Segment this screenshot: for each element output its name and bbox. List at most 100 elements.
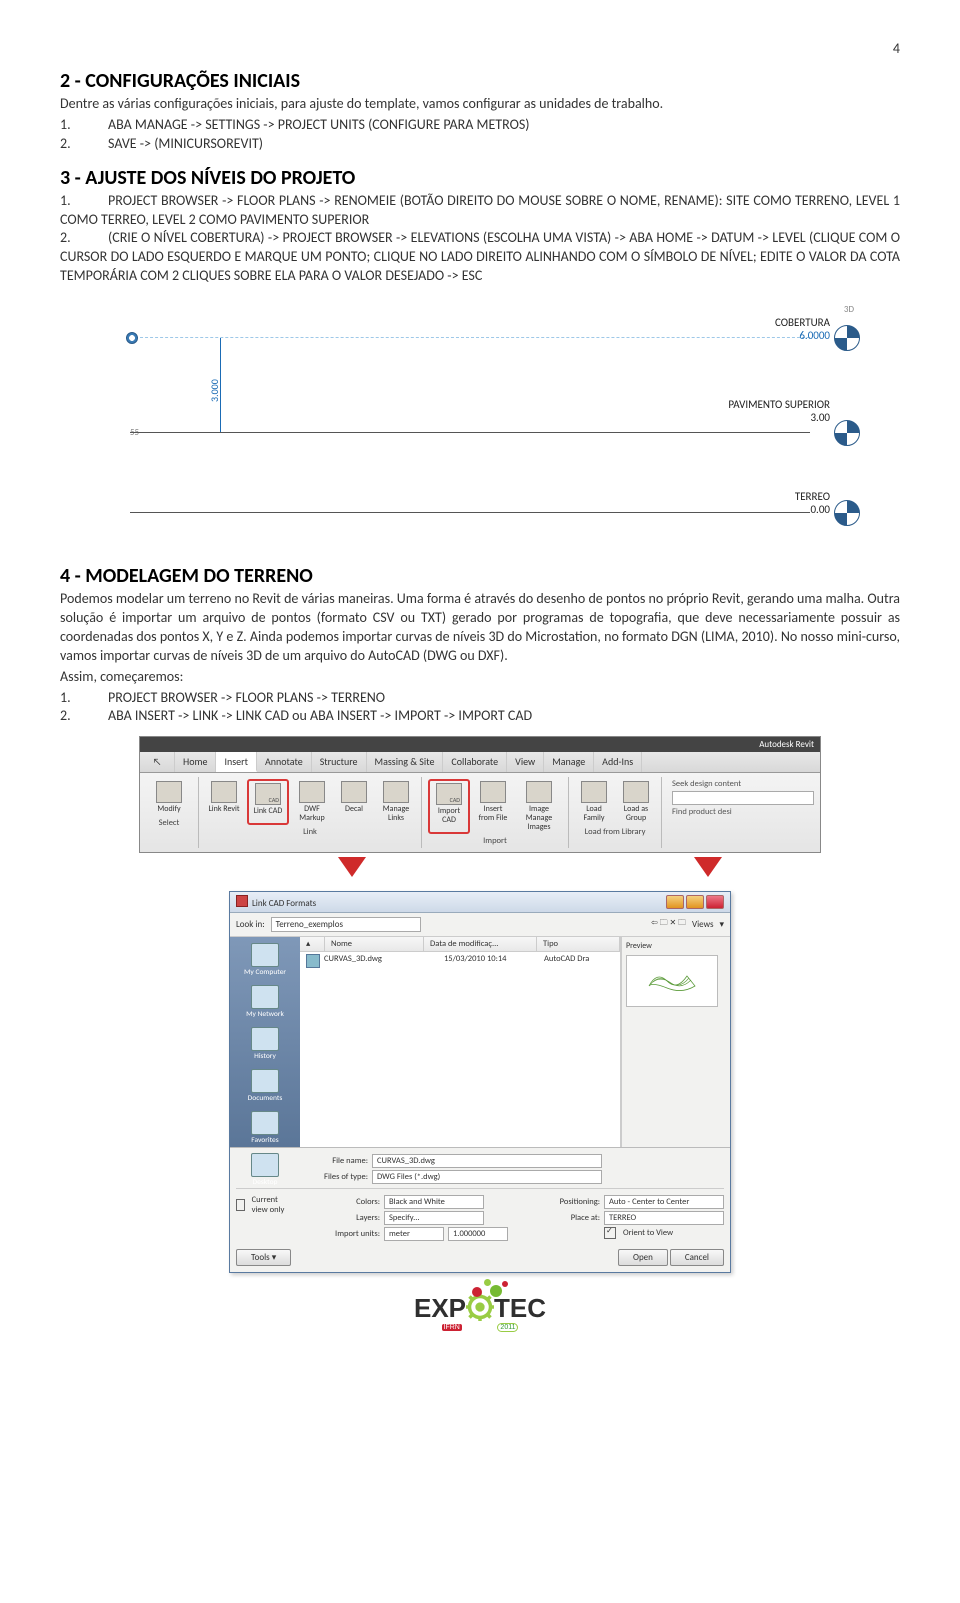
positioning-field[interactable]: Auto - Center to Center bbox=[604, 1195, 724, 1209]
heading-section-2: 2 - CONFIGURAÇÕES INICIAIS bbox=[60, 69, 900, 93]
level-marker-icon bbox=[834, 325, 860, 351]
col-type[interactable]: Tipo bbox=[537, 937, 620, 951]
tab-view[interactable]: View bbox=[507, 752, 544, 772]
place-desktop[interactable]: Desktop bbox=[230, 1151, 300, 1189]
file-list[interactable]: ▴ Nome Data de modificaç... Tipo CURVAS_… bbox=[300, 937, 621, 1147]
level-marker-icon bbox=[834, 500, 860, 526]
col-name[interactable]: Nome bbox=[325, 937, 424, 951]
s3-step-2: 2.(CRIE O NÍVEL COBERTURA) -> PROJECT BR… bbox=[60, 229, 900, 286]
window-buttons[interactable] bbox=[666, 895, 724, 909]
logo-org: IFRN bbox=[442, 1324, 462, 1331]
logo-year: 2011 bbox=[497, 1323, 518, 1332]
filename-field[interactable]: CURVAS_3D.dwg bbox=[372, 1154, 602, 1168]
elev-3d-label: 3D bbox=[844, 304, 854, 315]
expotec-logo: EXPTEC IFRN 2011 bbox=[414, 1293, 546, 1331]
tab-massing[interactable]: Massing & Site bbox=[367, 752, 444, 772]
tools-button[interactable]: Tools ▾ bbox=[236, 1249, 291, 1266]
place-my-computer[interactable]: My Computer bbox=[230, 941, 300, 979]
ribbon-screenshot: Autodesk Revit ↖ Home Insert Annotate St… bbox=[139, 736, 821, 852]
load-family-button[interactable]: Load Family bbox=[575, 779, 613, 825]
place-documents[interactable]: Documents bbox=[230, 1067, 300, 1105]
tab-collaborate[interactable]: Collaborate bbox=[443, 752, 507, 772]
colors-field[interactable]: Black and White bbox=[384, 1195, 484, 1209]
ribbon-app-title: Autodesk Revit bbox=[140, 737, 820, 752]
units-label: Import units: bbox=[322, 1229, 380, 1239]
section-2-intro: Dentre as várias configurações iniciais,… bbox=[60, 95, 900, 114]
place-favorites[interactable]: Favorites bbox=[230, 1109, 300, 1147]
layers-field[interactable]: Specify... bbox=[384, 1211, 484, 1225]
filetype-field[interactable]: DWG Files (*.dwg) bbox=[372, 1170, 602, 1184]
level-line-pavsup bbox=[130, 432, 810, 433]
page-number: 4 bbox=[60, 40, 900, 57]
dwg-file-icon bbox=[306, 954, 320, 968]
placeat-label: Place at: bbox=[538, 1213, 600, 1223]
orient-label: Orient to View bbox=[623, 1228, 673, 1238]
section-4-intro: Podemos modelar um terreno no Revit de v… bbox=[60, 590, 900, 666]
file-row[interactable]: CURVAS_3D.dwg 15/03/2010 10:14 AutoCAD D… bbox=[300, 952, 620, 970]
decal-button[interactable]: Decal bbox=[335, 779, 373, 825]
insert-from-file-button[interactable]: Insert from File bbox=[474, 779, 512, 833]
find-product-text: Find product desi bbox=[672, 807, 814, 817]
tab-home[interactable]: Home bbox=[175, 752, 216, 772]
image-manage-button[interactable]: Image Manage Images bbox=[516, 779, 562, 833]
level-label-pavsup: PAVIMENTO SUPERIOR 3.00 bbox=[728, 398, 830, 424]
units-field[interactable]: meter bbox=[384, 1227, 444, 1241]
dimension-value: 3.000 bbox=[208, 379, 221, 402]
load-as-group-button[interactable]: Load as Group bbox=[617, 779, 655, 825]
s2-step-1: 1.ABA MANAGE -> SETTINGS -> PROJECT UNIT… bbox=[60, 116, 900, 135]
heading-section-3: 3 - AJUSTE DOS NÍVEIS DO PROJETO bbox=[60, 166, 900, 190]
tab-insert[interactable]: Insert bbox=[216, 752, 257, 772]
place-history[interactable]: History bbox=[230, 1025, 300, 1063]
level-label-cobertura: COBERTURA 6.0000 bbox=[775, 316, 830, 342]
tab-addins[interactable]: Add-Ins bbox=[594, 752, 642, 772]
cancel-button[interactable]: Cancel bbox=[670, 1249, 724, 1266]
ribbon-tabs: ↖ Home Insert Annotate Structure Massing… bbox=[140, 752, 820, 773]
current-view-label: Current view only bbox=[252, 1195, 292, 1215]
s4-step-1: 1.PROJECT BROWSER -> FLOOR PLANS -> TERR… bbox=[60, 689, 900, 708]
col-date[interactable]: Data de modificaç... bbox=[424, 937, 537, 951]
cursor-icon: ↖ bbox=[140, 752, 175, 772]
places-bar: My Computer My Network History Documents… bbox=[230, 937, 300, 1147]
seek-input[interactable] bbox=[672, 791, 814, 805]
manage-links-button[interactable]: Manage Links bbox=[377, 779, 415, 825]
current-view-checkbox[interactable] bbox=[236, 1199, 245, 1211]
import-cad-button[interactable]: Import CAD bbox=[428, 779, 470, 833]
lookin-field[interactable]: Terreno_exemplos bbox=[271, 917, 421, 932]
tab-manage[interactable]: Manage bbox=[544, 752, 594, 772]
units-scale-field[interactable]: 1.000000 bbox=[448, 1227, 508, 1241]
place-my-network[interactable]: My Network bbox=[230, 983, 300, 1021]
nav-icons[interactable]: ⇦ 🗀 ✕ 🗀 bbox=[651, 917, 686, 931]
filename-label: File name: bbox=[310, 1156, 368, 1166]
preview-label: Preview bbox=[626, 941, 726, 951]
orient-checkbox[interactable] bbox=[604, 1227, 616, 1239]
level-node bbox=[126, 332, 138, 344]
link-cad-button[interactable]: Link CAD bbox=[247, 779, 289, 825]
level-line-terreo bbox=[130, 512, 810, 513]
red-arrow-icon bbox=[338, 857, 366, 877]
views-dropdown[interactable]: Views bbox=[692, 919, 713, 930]
modify-button[interactable]: Modify bbox=[150, 779, 188, 816]
section-4-assim: Assim, começaremos: bbox=[60, 668, 900, 687]
group-select: Select bbox=[146, 818, 192, 828]
link-revit-button[interactable]: Link Revit bbox=[205, 779, 243, 825]
dwf-markup-button[interactable]: DWF Markup bbox=[293, 779, 331, 825]
colors-label: Colors: bbox=[322, 1197, 380, 1207]
heading-section-4: 4 - MODELAGEM DO TERRENO bbox=[60, 564, 900, 588]
lookin-label: Look in: bbox=[236, 919, 265, 930]
level-marker-icon bbox=[834, 420, 860, 446]
tab-annotate[interactable]: Annotate bbox=[257, 752, 312, 772]
placeat-field[interactable]: TERREO bbox=[604, 1211, 724, 1225]
filetype-label: Files of type: bbox=[310, 1172, 368, 1182]
open-button[interactable]: Open bbox=[618, 1249, 668, 1266]
group-import: Import bbox=[428, 836, 562, 846]
tab-structure[interactable]: Structure bbox=[312, 752, 367, 772]
group-link: Link bbox=[205, 827, 415, 837]
s4-step-2: 2.ABA INSERT -> LINK -> LINK CAD ou ABA … bbox=[60, 707, 900, 726]
red-arrow-icon bbox=[694, 857, 722, 877]
level-label-terreo: TERREO 0.00 bbox=[795, 490, 830, 516]
s3-step-1: 1.PROJECT BROWSER -> FLOOR PLANS -> RENO… bbox=[60, 192, 900, 230]
elevation-diagram: 3D COBERTURA 6.0000 3.000 55 PAVIMENTO S… bbox=[60, 302, 900, 552]
dialog-title: Link CAD Formats bbox=[236, 895, 316, 909]
s2-step-2: 2.SAVE -> (MINICURSOREVIT) bbox=[60, 135, 900, 154]
link-cad-dialog: Link CAD Formats Look in: Terreno_exempl… bbox=[229, 891, 731, 1273]
